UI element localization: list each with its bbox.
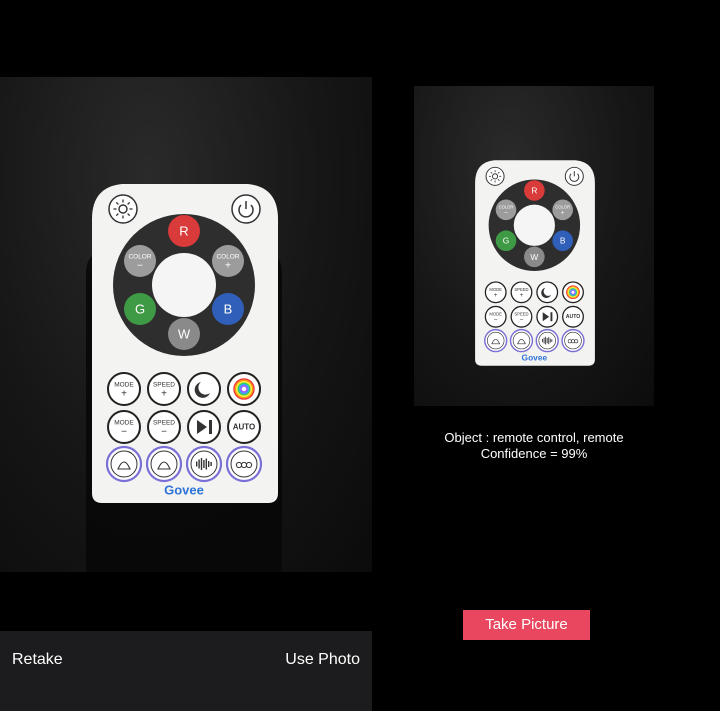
use-photo-button[interactable]: Use Photo	[285, 651, 360, 669]
play-pause-button	[536, 305, 559, 328]
ring-button-label: G	[135, 302, 145, 317]
night-mode-button	[536, 281, 559, 304]
remote-control-image: RCOLOR−COLOR+G BWMODE+SPEED+MODE−SPEED− AU…	[92, 184, 278, 503]
function-button-sign: +	[520, 292, 524, 299]
speed-plus-button: SPEED+	[147, 372, 181, 406]
function-button-label: MODE	[114, 382, 134, 389]
photo-review-bar: Retake Use Photo	[0, 631, 372, 711]
function-button-label: AUTO	[233, 423, 256, 432]
confidence-label: Confidence = 99%	[480, 446, 588, 461]
captured-photo: R COLOR − COLOR + G B W MODE + SPEED + MODE − SPEED − AU…	[0, 77, 372, 572]
ring-button-label: COLOR	[128, 254, 151, 261]
function-button-label: SPEED	[153, 382, 175, 389]
mode-minus-button: MODE−	[107, 410, 141, 444]
function-button-sign: −	[494, 316, 498, 323]
play-pause-button	[187, 410, 221, 444]
speed-plus-button: SPEED+	[510, 281, 533, 304]
ring-button-sign: +	[225, 261, 231, 272]
function-button-sign: +	[494, 292, 498, 299]
ring-button-sign: −	[504, 210, 508, 217]
remote-control-preview-image: R COLOR− COLOR+ G B W MODE+SPEED+MODE−SPEED− AU…	[475, 160, 595, 366]
green-button: G	[495, 230, 517, 252]
ring-button-label: W	[530, 252, 538, 262]
night-mode-button	[187, 372, 221, 406]
ring-button-label: B	[560, 236, 566, 246]
ring-button-label: B	[224, 302, 233, 317]
ring-button-label: W	[178, 327, 191, 342]
color-minus-button: COLOR−	[124, 245, 156, 277]
power-icon	[231, 194, 261, 224]
brightness-icon	[108, 194, 138, 224]
white-button: W	[168, 318, 200, 350]
retake-button[interactable]: Retake	[12, 651, 63, 669]
camera-preview: R COLOR − COLOR + G B W MODE + SPEED + MODE − SPEED − AU…	[414, 86, 654, 406]
ring-button-sign: +	[561, 210, 565, 217]
function-button-sign: +	[121, 389, 127, 400]
take-picture-button[interactable]: Take Picture	[463, 610, 590, 640]
color-plus-button: COLOR+	[212, 245, 244, 277]
mode-minus-button: MODE−	[484, 305, 507, 328]
equalizer-mode-button	[185, 445, 223, 483]
color-minus-button: COLOR−	[495, 199, 517, 221]
drum-mode-button	[145, 445, 183, 483]
energetic-mode-button	[105, 445, 143, 483]
brightness-icon	[485, 166, 505, 186]
power-icon	[564, 166, 584, 186]
drum-mode-button	[509, 328, 534, 353]
chain-mode-button	[561, 328, 585, 353]
color-plus-button: COLOR+	[552, 199, 574, 221]
auto-button: AUTO	[227, 410, 261, 444]
ring-button-label: R	[179, 224, 188, 239]
function-button-label: MODE	[114, 420, 134, 427]
auto-button: AUTO	[562, 305, 584, 328]
ring-button-sign: −	[137, 261, 143, 272]
red-button: R	[168, 215, 200, 247]
ring-button-label: COLOR	[216, 254, 239, 261]
ring-center	[152, 253, 216, 317]
function-button-sign: −	[520, 316, 524, 323]
energetic-mode-button	[484, 328, 508, 353]
mode-plus-button: MODE+	[107, 372, 141, 406]
ring-button-label: G	[503, 236, 510, 246]
ring-button-label: R	[531, 185, 537, 195]
equalizer-mode-button	[535, 328, 559, 353]
blue-button: B	[212, 293, 244, 325]
brand-logo: Govee	[164, 483, 204, 498]
speed-minus-button: SPEED−	[147, 410, 181, 444]
green-button: G	[124, 293, 156, 325]
chain-mode-button	[225, 445, 263, 483]
color-cycle-button	[562, 281, 584, 304]
function-button-label: SPEED	[153, 420, 175, 427]
function-button-label: AUTO	[566, 314, 580, 320]
function-button-sign: −	[121, 427, 127, 438]
detected-object-label: Object : remote control, remote	[444, 430, 624, 445]
mode-plus-button: MODE+	[484, 281, 507, 304]
ring-center	[513, 204, 555, 246]
white-button: W	[524, 246, 545, 268]
color-cycle-button	[227, 372, 261, 406]
function-button-sign: +	[161, 389, 167, 400]
red-button: R	[524, 180, 545, 201]
speed-minus-button: SPEED−	[510, 305, 533, 328]
function-button-sign: −	[161, 427, 167, 438]
brand-logo: Govee	[522, 352, 548, 362]
blue-button: B	[552, 230, 574, 252]
